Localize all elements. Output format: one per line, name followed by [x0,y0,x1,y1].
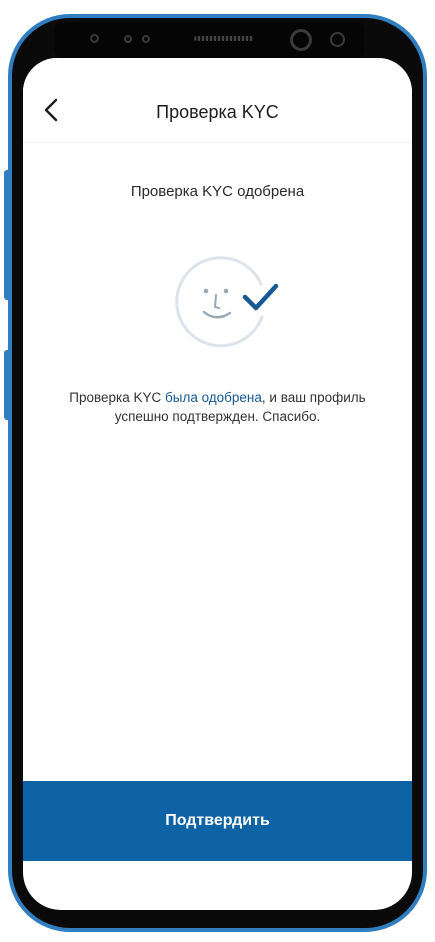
confirm-button-label: Подтвердить [165,812,270,829]
message-highlight: была одобрена [165,390,262,405]
status-heading: Проверка KYC одобрена [130,183,305,200]
camera-dot-icon [90,34,99,43]
message-text: Проверка KYC [69,390,166,405]
sensor-dot-icon [142,35,150,43]
phone-side-button [4,350,9,420]
page-title: Проверка KYC [156,102,279,122]
app-screen: Проверка KYC Проверка KYC одобрена Прове… [23,58,412,910]
kyc-message: Проверка KYC была одобрена, и ваш профил… [63,388,372,426]
app-header: Проверка KYC [23,58,412,143]
confirm-button[interactable]: Подтвердить [23,781,412,861]
sensor-dot-icon [124,35,132,43]
sensor-dot-icon [330,32,345,47]
phone-side-button [4,170,9,300]
speaker-grille [194,36,254,41]
front-camera-icon [290,29,312,51]
face-check-icon [175,256,279,348]
phone-notch [54,22,364,58]
